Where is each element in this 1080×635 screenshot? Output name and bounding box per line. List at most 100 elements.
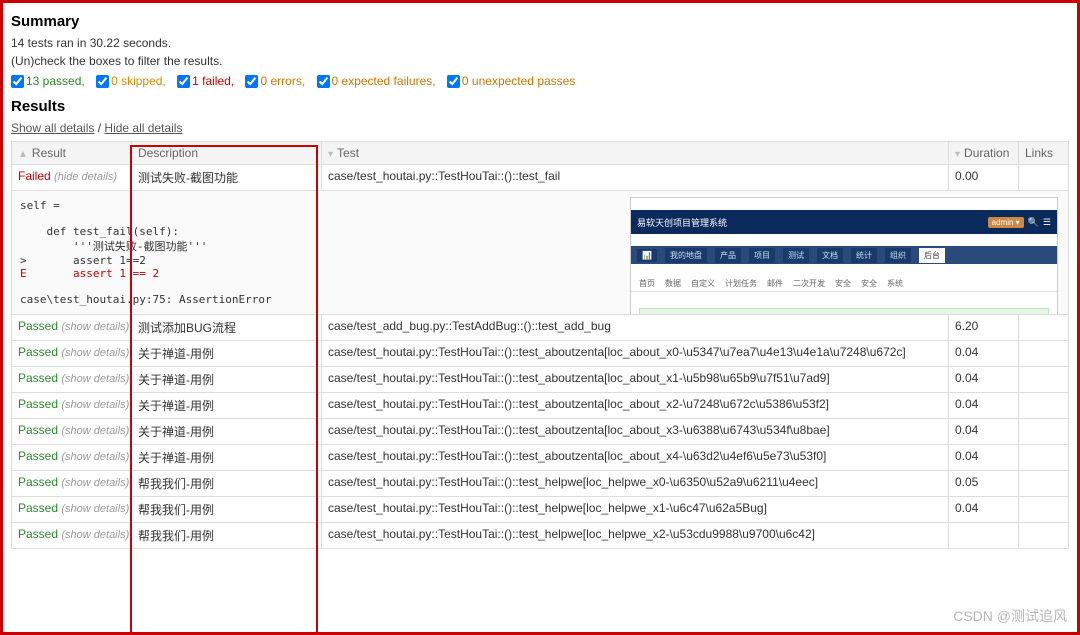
filter-line: 13 passed, 0 skipped, 1 failed, 0 errors… xyxy=(11,74,1069,88)
toggle-details[interactable]: (show details) xyxy=(61,399,129,411)
test-cell: case/test_add_bug.py::TestAddBug::()::te… xyxy=(322,315,949,341)
duration-cell: 0.04 xyxy=(949,419,1019,445)
ss-alert: 友情提示：您还未在禅道社区(www.zentao.net)登记，点击登记，登记后… xyxy=(639,308,1049,315)
toggle-details[interactable]: (show details) xyxy=(61,503,129,515)
ss-home-icon: 📊 xyxy=(637,249,657,262)
toggle-details[interactable]: (show details) xyxy=(61,347,129,359)
test-cell: case/test_houtai.py::TestHouTai::()::tes… xyxy=(322,523,949,549)
ss-header: 易软天创项目管理系统admin ▾🔍☰ xyxy=(631,210,1057,234)
duration-cell: 0.04 xyxy=(949,341,1019,367)
links-cell xyxy=(1019,393,1069,419)
ss-subnav-item: 邮件 xyxy=(767,278,783,289)
ss-subnav-item: 首页 xyxy=(639,278,655,289)
status-passed: Passed xyxy=(18,345,58,359)
toggle-details[interactable]: (show details) xyxy=(61,425,129,437)
ss-nav: 📊我的地盘产品项目测试文档统计组织后台 xyxy=(631,246,1057,264)
duration-cell: 0.04 xyxy=(949,367,1019,393)
table-row: Passed (show details) 关于禅道-用例 case/test_… xyxy=(12,393,1069,419)
status-failed: Failed xyxy=(18,169,51,183)
toggle-details[interactable]: (show details) xyxy=(61,451,129,463)
table-row: Passed (show details) 帮我我们-用例 case/test_… xyxy=(12,523,1069,549)
status-passed: Passed xyxy=(18,397,58,411)
col-description[interactable]: Description xyxy=(132,142,322,165)
status-passed: Passed xyxy=(18,319,58,333)
test-cell: case/test_houtai.py::TestHouTai::()::tes… xyxy=(322,393,949,419)
hide-all-link[interactable]: Hide all details xyxy=(104,121,182,135)
ss-subnav-item: 安全 xyxy=(835,278,851,289)
ss-nav-item: 后台 xyxy=(919,248,945,263)
failure-screenshot[interactable]: 易软天创项目管理系统admin ▾🔍☰ 📊我的地盘产品项目测试文档统计组织后台 … xyxy=(630,197,1058,315)
filter-failed-checkbox[interactable] xyxy=(177,75,190,88)
traceback-cell: self = def test_fail(self): '''测试失败-截图功能… xyxy=(12,191,1069,315)
filter-errors-label: 0 errors, xyxy=(260,74,305,88)
filter-errors-checkbox[interactable] xyxy=(245,75,258,88)
toggle-details[interactable]: (hide details) xyxy=(54,171,117,183)
col-test[interactable]: ▾Test xyxy=(322,142,949,165)
sort-icon: ▾ xyxy=(955,149,960,160)
watermark: CSDN @测试追风 xyxy=(953,606,1067,626)
ss-nav-item: 组织 xyxy=(885,248,911,263)
filter-skipped-label: 0 skipped, xyxy=(111,74,166,88)
test-cell: case/test_houtai.py::TestHouTai::()::tes… xyxy=(322,471,949,497)
test-cell: case/test_houtai.py::TestHouTai::()::tes… xyxy=(322,497,949,523)
test-cell: case/test_houtai.py::TestHouTai::()::tes… xyxy=(322,445,949,471)
desc-cell: 关于禅道-用例 xyxy=(132,367,322,393)
duration-cell: 0.04 xyxy=(949,393,1019,419)
links-cell xyxy=(1019,165,1069,191)
ss-nav-item: 我的地盘 xyxy=(665,248,707,263)
links-cell xyxy=(1019,471,1069,497)
col-result[interactable]: ▲Result xyxy=(12,142,132,165)
status-passed: Passed xyxy=(18,527,58,541)
results-table: ▲Result Description ▾Test ▾Duration Link… xyxy=(11,141,1069,549)
links-cell xyxy=(1019,315,1069,341)
results-heading: Results xyxy=(11,98,1069,115)
duration-cell: 0.00 xyxy=(949,165,1019,191)
desc-cell: 关于禅道-用例 xyxy=(132,393,322,419)
table-row: Passed (show details) 关于禅道-用例 case/test_… xyxy=(12,341,1069,367)
show-all-link[interactable]: Show all details xyxy=(11,121,94,135)
filter-skipped-checkbox[interactable] xyxy=(96,75,109,88)
toggle-details[interactable]: (show details) xyxy=(61,373,129,385)
ss-subnav-item: 自定义 xyxy=(691,278,715,289)
test-cell: case/test_houtai.py::TestHouTai::()::tes… xyxy=(322,341,949,367)
links-cell xyxy=(1019,367,1069,393)
summary-filter-instr: (Un)check the boxes to filter the result… xyxy=(11,54,1069,68)
table-row: Passed (show details) 帮我我们-用例 case/test_… xyxy=(12,471,1069,497)
ss-nav-item: 测试 xyxy=(783,248,809,263)
filter-expf-checkbox[interactable] xyxy=(317,75,330,88)
filter-unexp-checkbox[interactable] xyxy=(447,75,460,88)
link-sep: / xyxy=(94,121,104,135)
test-cell: case/test_houtai.py::TestHouTai::()::tes… xyxy=(322,165,949,191)
toggle-details[interactable]: (show details) xyxy=(61,477,129,489)
ss-subnav-item: 计划任务 xyxy=(725,278,757,289)
desc-cell: 帮我我们-用例 xyxy=(132,523,322,549)
summary-heading: Summary xyxy=(11,13,1069,30)
ss-nav-item: 文档 xyxy=(817,248,843,263)
filter-failed-label: 1 failed, xyxy=(192,74,234,88)
table-row: Passed (show details) 帮我我们-用例 case/test_… xyxy=(12,497,1069,523)
ss-subnav-item: 二次开发 xyxy=(793,278,825,289)
table-row: Passed (show details) 关于禅道-用例 case/test_… xyxy=(12,445,1069,471)
col-links[interactable]: Links xyxy=(1019,142,1069,165)
toggle-details[interactable]: (show details) xyxy=(61,529,129,541)
status-passed: Passed xyxy=(18,501,58,515)
test-cell: case/test_houtai.py::TestHouTai::()::tes… xyxy=(322,419,949,445)
duration-cell: 0.05 xyxy=(949,471,1019,497)
ss-nav-item: 产品 xyxy=(715,248,741,263)
duration-cell: 0.04 xyxy=(949,497,1019,523)
summary-ran: 14 tests ran in 30.22 seconds. xyxy=(11,36,1069,50)
table-row: Passed (show details) 测试添加BUG流程 case/tes… xyxy=(12,315,1069,341)
ss-nav-item: 项目 xyxy=(749,248,775,263)
filter-passed-checkbox[interactable] xyxy=(11,75,24,88)
sort-icon: ▲ xyxy=(18,149,28,160)
status-passed: Passed xyxy=(18,371,58,385)
col-duration[interactable]: ▾Duration xyxy=(949,142,1019,165)
status-passed: Passed xyxy=(18,423,58,437)
toggle-details[interactable]: (show details) xyxy=(61,321,129,333)
sort-icon: ▾ xyxy=(328,149,333,160)
desc-cell: 帮我我们-用例 xyxy=(132,497,322,523)
desc-cell: 帮我我们-用例 xyxy=(132,471,322,497)
filter-unexp-label: 0 unexpected passes xyxy=(462,74,575,88)
desc-cell: 关于禅道-用例 xyxy=(132,445,322,471)
links-cell xyxy=(1019,341,1069,367)
